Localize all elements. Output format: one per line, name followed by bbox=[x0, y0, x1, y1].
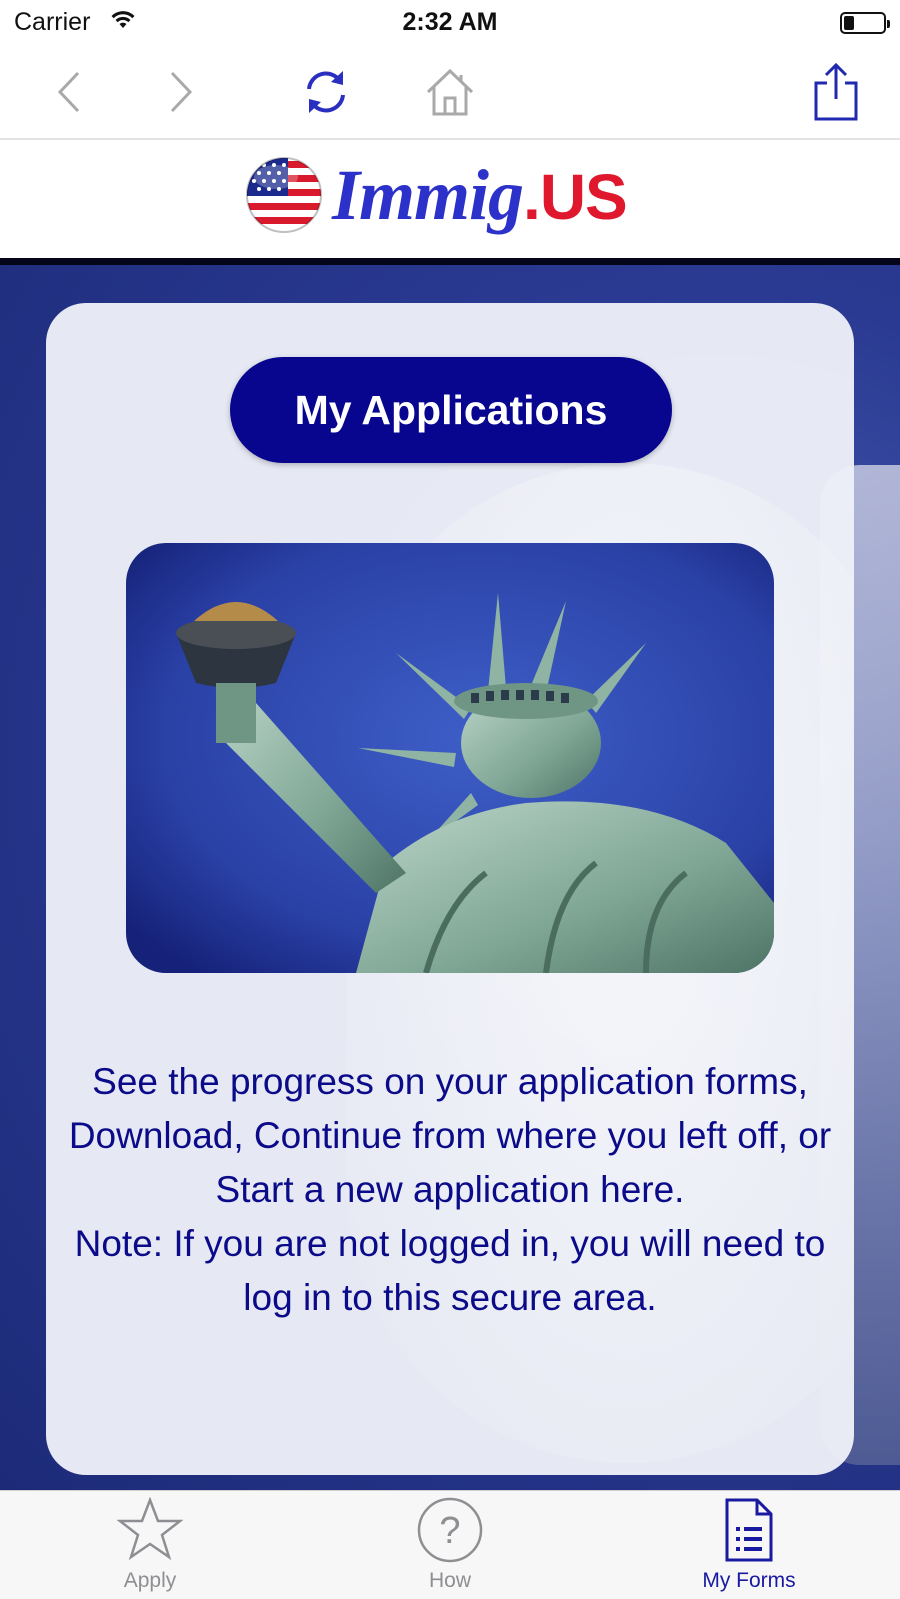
share-icon[interactable] bbox=[804, 60, 868, 124]
header-divider bbox=[0, 258, 900, 265]
content-card: My Applications See the progress on your… bbox=[46, 303, 854, 1475]
description-body: See the progress on your application for… bbox=[68, 1061, 832, 1210]
tab-apply-label: Apply bbox=[123, 1569, 177, 1592]
tab-my-forms-label: My Forms bbox=[702, 1569, 796, 1592]
tab-my-forms[interactable]: My Forms bbox=[674, 1491, 824, 1599]
tab-bar: Apply ? How My Forms bbox=[0, 1490, 900, 1599]
star-icon bbox=[75, 1497, 225, 1561]
logo-text-immig: Immig bbox=[332, 154, 524, 235]
battery-icon bbox=[840, 12, 890, 34]
svg-text:?: ? bbox=[439, 1510, 460, 1552]
question-icon: ? bbox=[375, 1497, 525, 1563]
description-text: See the progress on your application for… bbox=[60, 1055, 840, 1325]
statue-of-liberty-image bbox=[126, 543, 774, 973]
flag-globe-icon bbox=[246, 157, 322, 233]
tab-apply[interactable]: Apply bbox=[75, 1491, 225, 1599]
immig-us-logo[interactable]: Immig.US bbox=[244, 150, 628, 240]
my-applications-button[interactable]: My Applications bbox=[230, 357, 672, 463]
logo-text-us: .US bbox=[523, 160, 628, 233]
status-bar: Carrier 2:32 AM bbox=[0, 0, 900, 46]
forward-icon[interactable] bbox=[148, 60, 212, 124]
tab-how-label: How bbox=[428, 1569, 471, 1592]
app-header: Immig.US bbox=[0, 140, 900, 258]
document-list-icon bbox=[674, 1497, 824, 1563]
login-note: Note: If you are not logged in, you will… bbox=[74, 1223, 826, 1318]
clock: 2:32 AM bbox=[402, 8, 498, 36]
home-icon[interactable] bbox=[418, 60, 482, 124]
refresh-icon[interactable] bbox=[294, 60, 358, 124]
browser-toolbar bbox=[0, 46, 900, 140]
back-icon[interactable] bbox=[38, 60, 102, 124]
tab-how[interactable]: ? How bbox=[375, 1491, 525, 1599]
